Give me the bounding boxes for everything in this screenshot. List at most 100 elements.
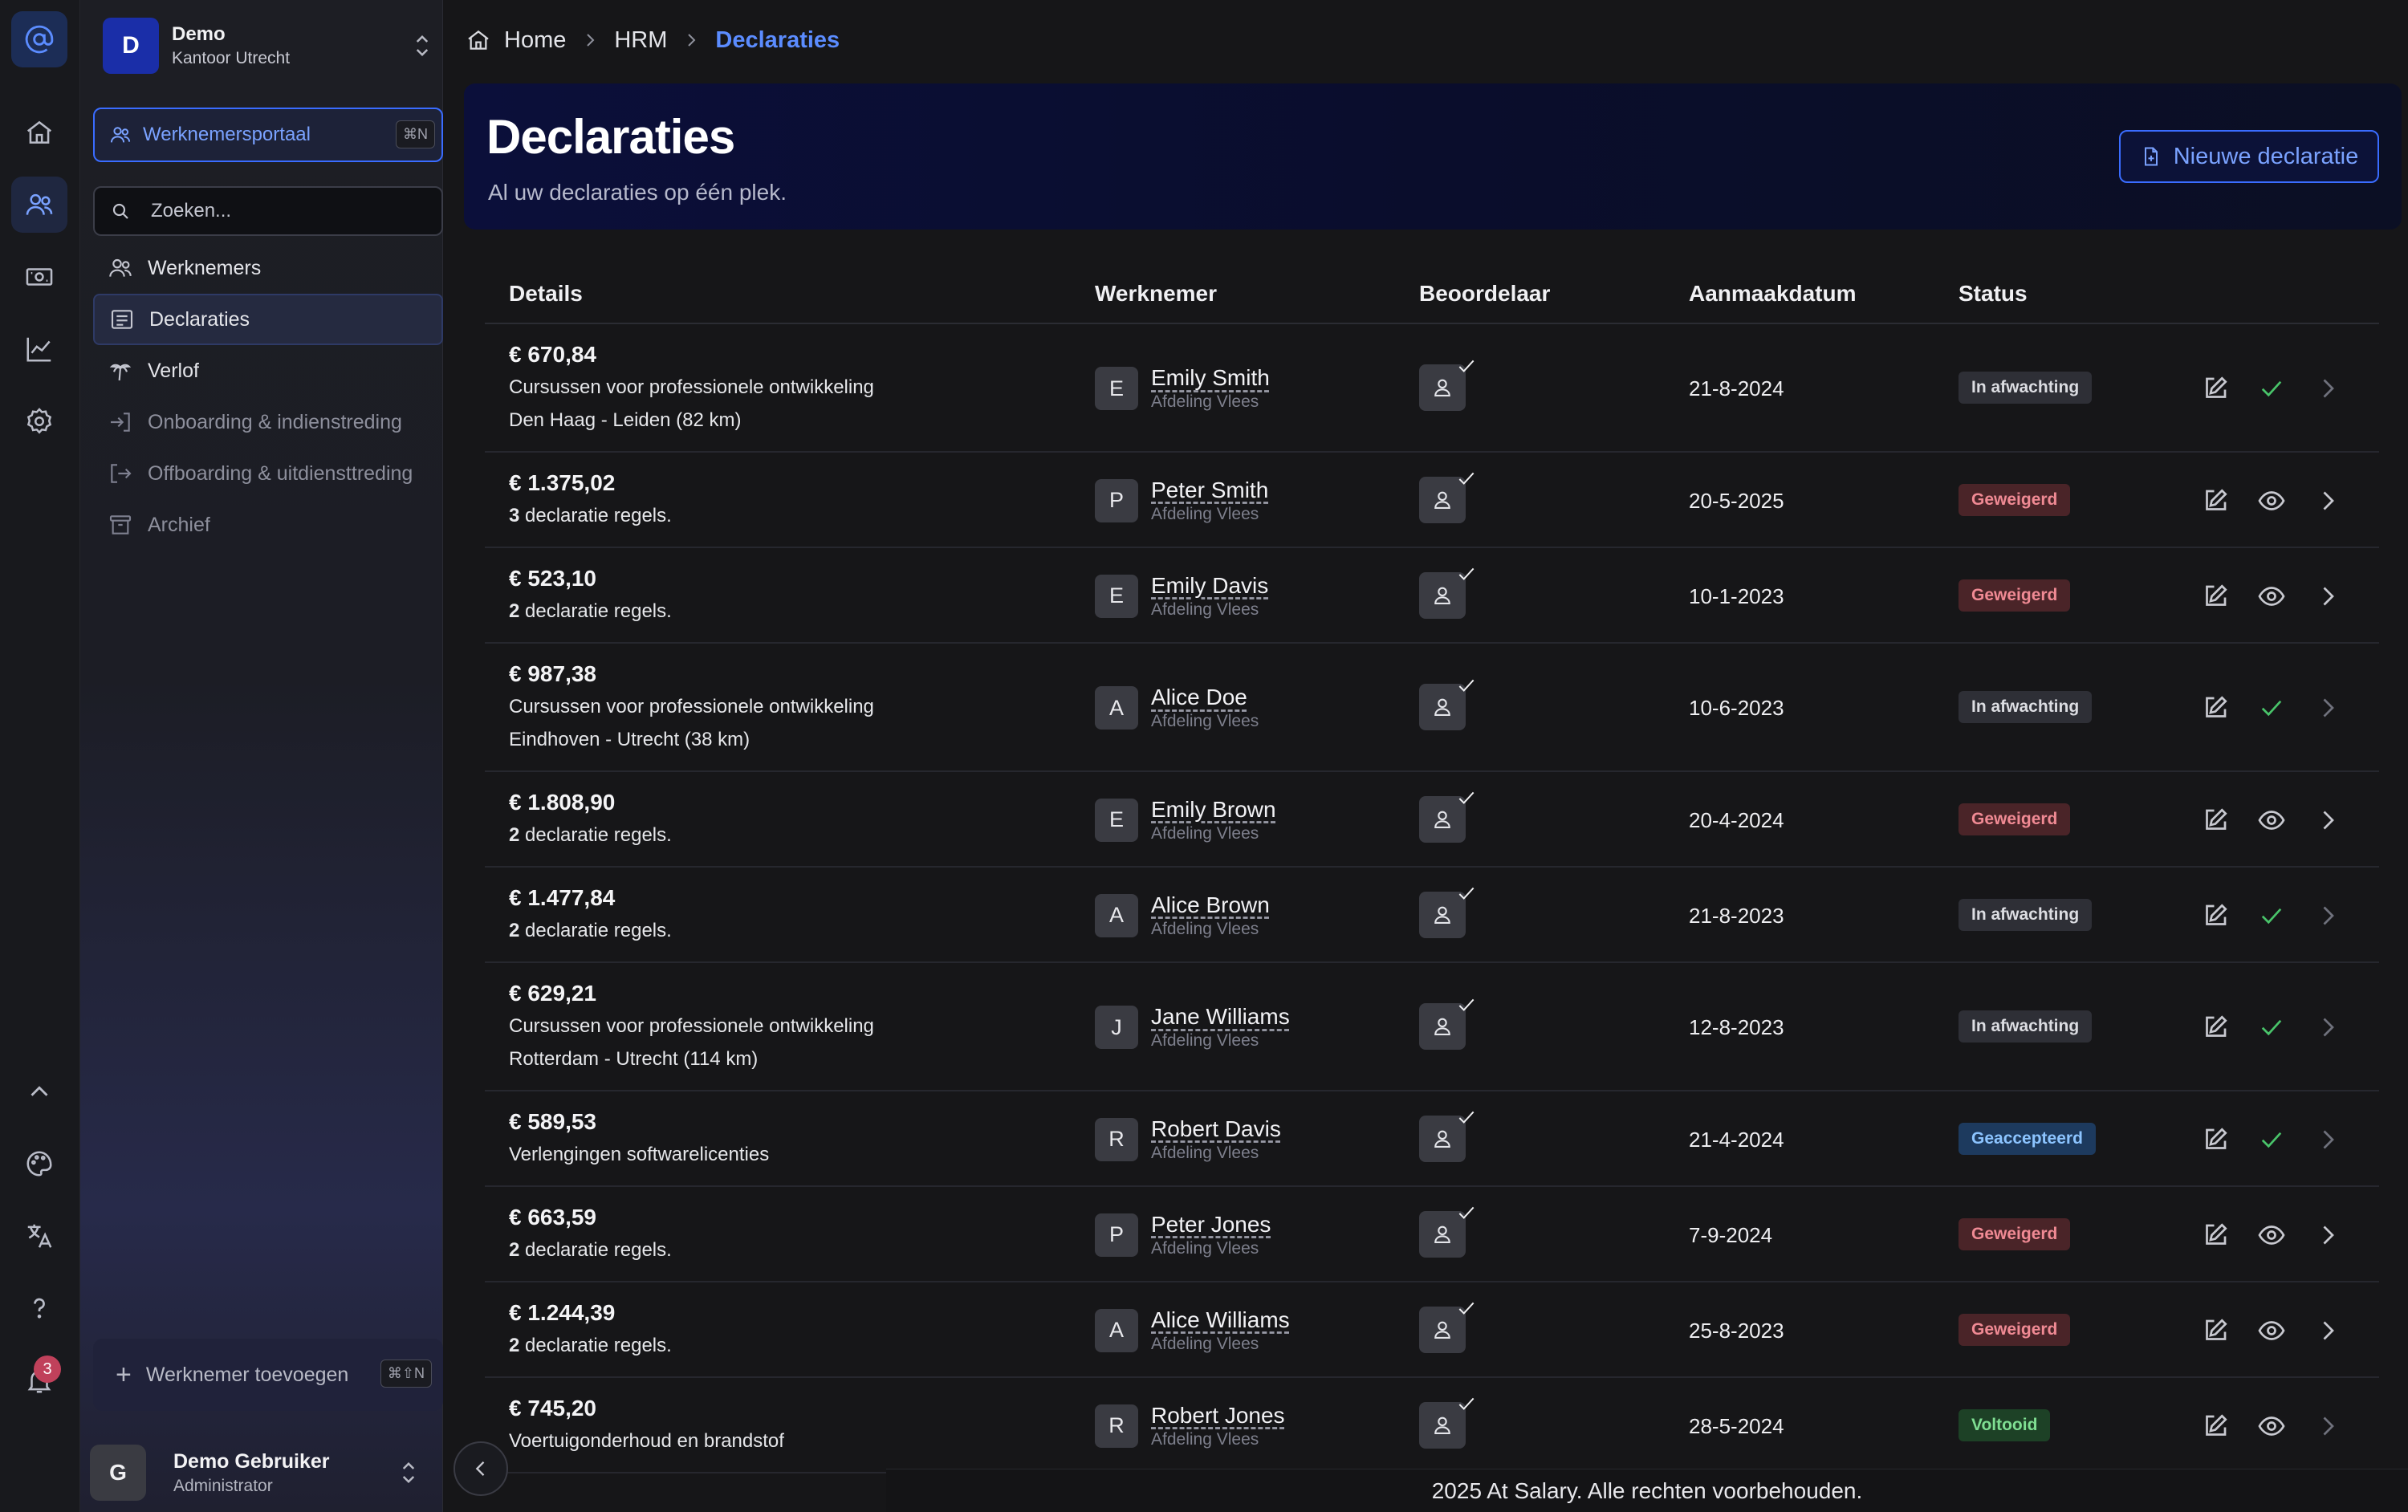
approve-check-icon[interactable] [2257,1125,2286,1154]
reviewer-avatar[interactable] [1419,791,1474,843]
view-eye-icon[interactable] [2257,1221,2286,1250]
edit-icon[interactable] [2201,486,2230,515]
translate-icon[interactable] [11,1208,67,1264]
search-input[interactable] [151,200,408,222]
new-declaration-button[interactable]: Nieuwe declaratie [2119,130,2379,183]
chevron-right-icon[interactable] [2313,1221,2342,1250]
view-eye-icon[interactable] [2257,1316,2286,1345]
users-icon[interactable] [11,177,67,233]
chevron-right-icon[interactable] [2313,1316,2342,1345]
approve-check-icon[interactable] [2257,374,2286,403]
table-row[interactable]: € 589,53 Verlengingen softwarelicenties R R… [485,1091,2379,1187]
chevron-right-icon[interactable] [2313,1013,2342,1042]
at-logo-icon[interactable] [11,11,67,67]
sidebar-item-verlof[interactable]: Verlof [93,345,443,396]
reviewer-avatar[interactable] [1419,1397,1474,1449]
reviewed-check-icon [1458,567,1474,580]
employee-name-link[interactable]: Alice Brown [1151,892,1270,919]
chevron-right-icon[interactable] [2313,806,2342,835]
employee-name-link[interactable]: Robert Jones [1151,1402,1285,1429]
reviewer-avatar[interactable] [1419,472,1474,523]
organization-switcher[interactable]: D Demo Kantoor Utrecht [103,18,434,74]
breadcrumb-section[interactable]: HRM [614,27,667,54]
table-row[interactable]: € 663,59 2 declaratie regels. P Peter Jones… [485,1187,2379,1282]
reviewer-avatar[interactable] [1419,998,1474,1050]
view-eye-icon[interactable] [2257,806,2286,835]
breadcrumb-home[interactable]: Home [504,27,566,54]
approve-check-icon[interactable] [2257,901,2286,930]
sidebar-item-werknemers[interactable]: Werknemers [93,242,443,294]
edit-icon[interactable] [2201,582,2230,611]
reviewer-avatar[interactable] [1419,1302,1474,1353]
edit-icon[interactable] [2201,1221,2230,1250]
table-row[interactable]: € 629,21 Cursussen voor professionele ont… [485,963,2379,1091]
employee-department: Afdeling Vlees [1151,1031,1259,1050]
reviewer-avatar[interactable] [1419,567,1474,619]
edit-icon[interactable] [2201,374,2230,403]
chevron-right-icon[interactable] [2313,1412,2342,1441]
user-menu[interactable]: G Demo Gebruiker Administrator [80,1433,443,1512]
edit-icon[interactable] [2201,901,2230,930]
employee-name-link[interactable]: Emily Davis [1151,572,1268,600]
home-icon[interactable] [466,27,491,53]
view-eye-icon[interactable] [2257,1412,2286,1441]
chevron-up-icon[interactable] [11,1063,67,1120]
palette-icon[interactable] [11,1136,67,1192]
employee-cell: A Alice Williams Afdeling Vlees [1095,1307,1290,1355]
table-row[interactable]: € 1.244,39 2 declaratie regels. A Alice Wil… [485,1282,2379,1378]
table-row[interactable]: € 745,20 Voertuigonderhoud en brandstof R R… [485,1378,2379,1473]
edit-icon[interactable] [2201,806,2230,835]
edit-icon[interactable] [2201,1013,2230,1042]
reviewer-avatar[interactable] [1419,360,1474,411]
chevron-right-icon[interactable] [2313,901,2342,930]
home-icon[interactable] [11,104,67,161]
row-actions [2201,582,2342,611]
help-icon[interactable] [11,1280,67,1336]
sidebar-item-offboarding[interactable]: Offboarding & uitdiensttreding [93,448,443,499]
employee-name-link[interactable]: Peter Smith [1151,477,1268,504]
employee-name-link[interactable]: Alice Doe [1151,684,1259,711]
employee-name-link[interactable]: Robert Davis [1151,1116,1281,1143]
view-eye-icon[interactable] [2257,486,2286,515]
chevron-right-icon[interactable] [2313,374,2342,403]
employee-name-link[interactable]: Emily Smith [1151,364,1270,392]
employee-name-link[interactable]: Alice Williams [1151,1307,1290,1334]
approve-check-icon[interactable] [2257,693,2286,722]
view-eye-icon[interactable] [2257,582,2286,611]
chevron-right-icon[interactable] [2313,1125,2342,1154]
employee-name-link[interactable]: Peter Jones [1151,1211,1271,1238]
table-row[interactable]: € 670,84 Cursussen voor professionele ont… [485,324,2379,453]
bell-icon[interactable]: 3 [11,1352,67,1408]
employee-name-link[interactable]: Jane Williams [1151,1003,1290,1030]
chevron-right-icon[interactable] [2313,582,2342,611]
reviewer-avatar[interactable] [1419,679,1474,730]
collapse-sidebar-button[interactable] [454,1441,508,1496]
edit-icon[interactable] [2201,1412,2230,1441]
sidebar-item-onboarding[interactable]: Onboarding & indienstreding [93,396,443,448]
reviewer-avatar[interactable] [1419,1111,1474,1162]
approve-check-icon[interactable] [2257,1013,2286,1042]
edit-icon[interactable] [2201,1125,2230,1154]
chevron-right-icon[interactable] [2313,486,2342,515]
table-row[interactable]: € 987,38 Cursussen voor professionele ont… [485,644,2379,772]
employee-name-link[interactable]: Emily Brown [1151,796,1276,823]
gear-icon[interactable] [11,393,67,449]
employee-avatar: P [1095,478,1138,522]
money-icon[interactable] [11,249,67,305]
table-row[interactable]: € 523,10 2 declaratie regels. E Emily Davis… [485,548,2379,644]
employee-portal-button[interactable]: Werknemersportaal ⌘N [93,108,443,162]
table-row[interactable]: € 1.477,84 2 declaratie regels. A Alice Bro… [485,868,2379,963]
chart-icon[interactable] [11,321,67,377]
reviewer-avatar[interactable] [1419,1206,1474,1258]
chevron-right-icon[interactable] [2313,693,2342,722]
edit-icon[interactable] [2201,1316,2230,1345]
reviewer-avatar[interactable] [1419,887,1474,938]
sidebar-item-archief[interactable]: Archief [93,499,443,551]
edit-icon[interactable] [2201,693,2230,722]
sidebar-item-declaraties[interactable]: Declaraties [93,294,443,345]
breadcrumb-current[interactable]: Declaraties [715,27,840,54]
search-field[interactable] [93,186,443,236]
table-row[interactable]: € 1.375,02 3 declaratie regels. P Peter Smi… [485,453,2379,548]
add-employee-button[interactable]: + Werknemer toevoegen ⌘⇧N [93,1339,443,1411]
table-row[interactable]: € 1.808,90 2 declaratie regels. E Emily Bro… [485,772,2379,868]
